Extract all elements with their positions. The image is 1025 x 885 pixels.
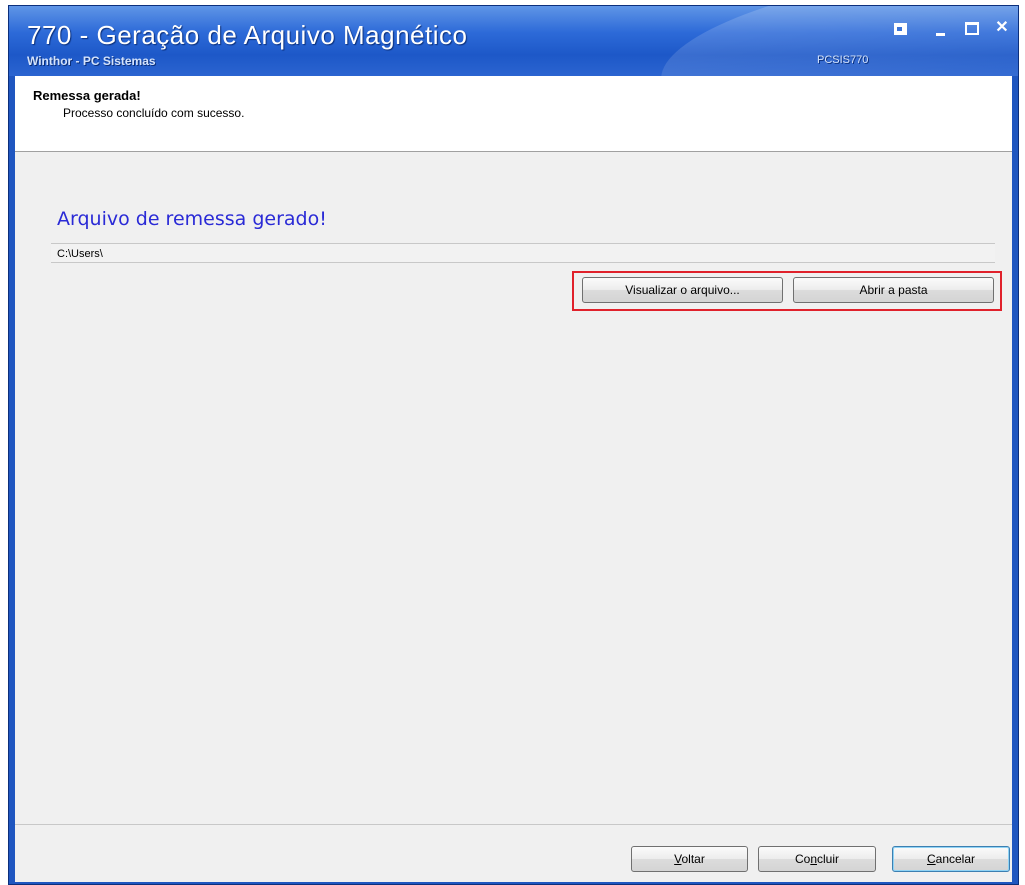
maximize-icon bbox=[965, 22, 979, 35]
finish-button[interactable]: Concluir bbox=[758, 846, 876, 872]
window-code: PCSIS770 bbox=[817, 54, 869, 66]
wizard-body: Remessa gerada! Processo concluído com s… bbox=[15, 76, 1012, 882]
close-button[interactable]: ✕ bbox=[991, 18, 1013, 38]
window-subtitle: Winthor - PC Sistemas bbox=[27, 54, 156, 68]
title-bar[interactable]: 770 - Geração de Arquivo Magnético Winth… bbox=[9, 6, 1018, 76]
minimize-button[interactable] bbox=[929, 18, 951, 38]
restore-button[interactable] bbox=[889, 18, 911, 38]
open-folder-button[interactable]: Abrir a pasta bbox=[793, 277, 994, 303]
minimize-icon bbox=[935, 33, 945, 36]
result-heading: Arquivo de remessa gerado! bbox=[57, 208, 327, 230]
cancel-button[interactable]: Cancelar bbox=[892, 846, 1010, 872]
close-icon: ✕ bbox=[995, 19, 1009, 36]
header-description: Processo concluído com sucesso. bbox=[63, 106, 245, 120]
wizard-header: Remessa gerada! Processo concluído com s… bbox=[15, 76, 1012, 152]
main-window: 770 - Geração de Arquivo Magnético Winth… bbox=[8, 5, 1019, 885]
maximize-button[interactable] bbox=[961, 18, 983, 38]
file-path-field[interactable]: C:\Users\ bbox=[51, 243, 995, 263]
back-button[interactable]: Voltar bbox=[631, 846, 748, 872]
restore-icon bbox=[893, 23, 907, 35]
header-title: Remessa gerada! bbox=[33, 88, 141, 103]
window-title: 770 - Geração de Arquivo Magnético bbox=[27, 20, 468, 50]
view-file-button[interactable]: Visualizar o arquivo... bbox=[582, 277, 783, 303]
